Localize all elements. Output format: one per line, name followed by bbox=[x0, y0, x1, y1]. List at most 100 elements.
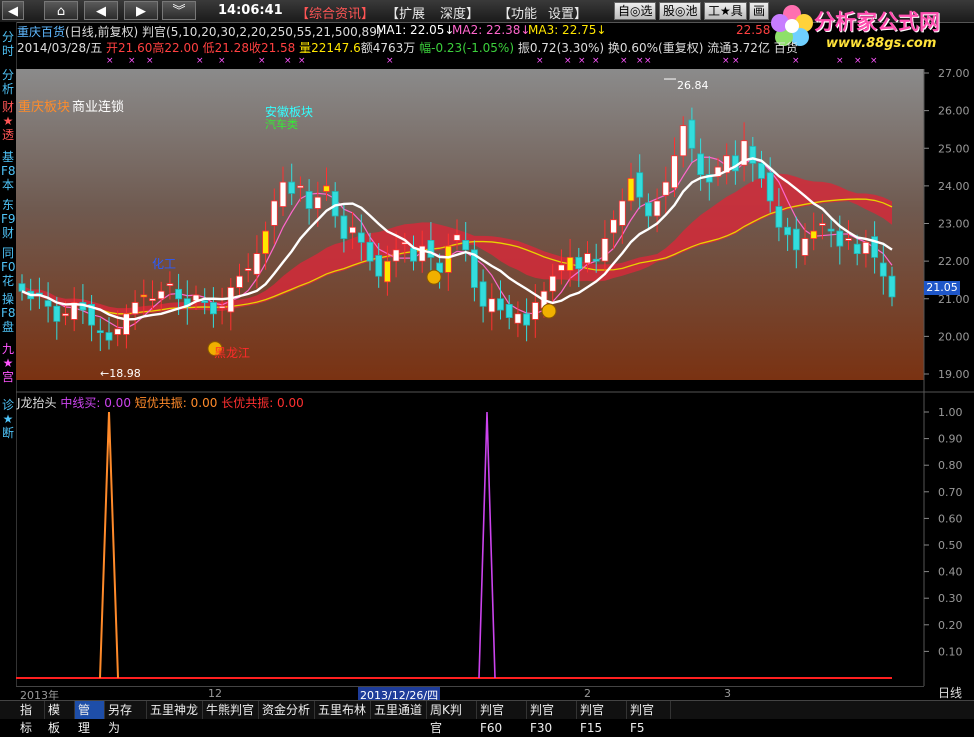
collapse-icon[interactable]: ︾ bbox=[162, 1, 196, 20]
news-menu[interactable]: 【综合资讯】 bbox=[296, 3, 374, 22]
bottom-tab-9[interactable]: 周K判官 bbox=[427, 701, 477, 735]
candle-body bbox=[131, 302, 139, 315]
signal-mark: × bbox=[620, 56, 628, 66]
price-axis-label: 22.00 bbox=[938, 255, 970, 268]
left-tab-5[interactable]: 同F0花 bbox=[1, 246, 16, 288]
quote-open: 开21.60 bbox=[106, 41, 153, 55]
left-tab-2[interactable]: 财★透 bbox=[1, 100, 15, 142]
bottom-tab-8[interactable]: 五里通道 bbox=[371, 701, 427, 719]
left-tab-0[interactable]: 分时 bbox=[1, 30, 15, 58]
left-tab-1[interactable]: 分析 bbox=[1, 68, 15, 96]
bottom-tab-5[interactable]: 牛熊判官 bbox=[203, 701, 259, 719]
ind-spike-orange bbox=[99, 411, 119, 679]
signal-mark: × bbox=[146, 56, 154, 66]
signal-mark: × bbox=[258, 56, 266, 66]
candle-body bbox=[810, 230, 818, 239]
left-tab-3[interactable]: 基F8本 bbox=[1, 150, 16, 192]
candle-body bbox=[610, 219, 617, 234]
period-label: (日线,前复权) bbox=[65, 25, 139, 39]
menu-extend[interactable]: 【扩展 bbox=[386, 3, 425, 22]
ind-spike-purple bbox=[478, 411, 496, 679]
menu-depth[interactable]: 深度】 bbox=[440, 3, 479, 22]
bottom-tab-1[interactable]: 模板 bbox=[45, 701, 75, 735]
signal-mark: × bbox=[854, 56, 862, 66]
bottom-tab-12[interactable]: 判官F15 bbox=[577, 701, 627, 735]
candle-body bbox=[218, 305, 226, 309]
quote-amount: 额4763万 bbox=[360, 41, 416, 55]
ind-axis-label: 0.80 bbox=[938, 459, 963, 472]
ind-axis-label: 0.60 bbox=[938, 512, 963, 525]
period-button[interactable]: 日线 bbox=[930, 686, 970, 700]
signal-mark: × bbox=[578, 56, 586, 66]
candle-body bbox=[531, 302, 539, 320]
indicator-name: J龙抬头 bbox=[17, 396, 57, 410]
candle-body bbox=[175, 288, 183, 300]
bottom-tab-13[interactable]: 判官F5 bbox=[627, 701, 671, 735]
candle-body bbox=[392, 249, 400, 262]
ind-axis-label: 0.50 bbox=[938, 539, 963, 552]
candle-body bbox=[766, 172, 774, 202]
bottom-tab-10[interactable]: 判官F60 bbox=[477, 701, 527, 735]
candle-body bbox=[862, 241, 870, 255]
next-icon[interactable]: ▶ bbox=[124, 1, 158, 20]
chart-area[interactable]: × × × × × × × × × × × × × × × × × × × × × × 27.0026.0025.0024… bbox=[16, 55, 974, 687]
candle-body bbox=[679, 125, 687, 157]
ma2-value: MA2: 22.38↓ bbox=[452, 23, 531, 37]
candle-body bbox=[479, 281, 487, 307]
bottom-tab-0[interactable]: 指标 bbox=[17, 701, 45, 735]
candle-body bbox=[514, 313, 522, 324]
quote-close: 收21.58 bbox=[248, 41, 296, 55]
tools-button[interactable]: 工★具 bbox=[704, 2, 747, 20]
candle-body bbox=[671, 155, 678, 189]
left-tab-7[interactable]: 九★宫 bbox=[1, 342, 15, 384]
candle-body bbox=[157, 290, 165, 300]
bottom-tab-2[interactable]: 管理 bbox=[75, 701, 105, 735]
bottom-tab-6[interactable]: 资金分析 bbox=[259, 701, 315, 719]
prev-icon[interactable]: ◀ bbox=[84, 1, 118, 20]
candle-body bbox=[357, 232, 365, 243]
signal-mark: × bbox=[564, 56, 572, 66]
bottom-tab-4[interactable]: 五里神龙 bbox=[147, 701, 203, 719]
bottom-tab-11[interactable]: 判官F30 bbox=[527, 701, 577, 735]
logo-title: 分析家公式网 bbox=[814, 10, 940, 34]
candle-body bbox=[105, 332, 113, 341]
candle-body bbox=[845, 238, 852, 241]
bottom-tab-3[interactable]: 另存为 bbox=[105, 701, 147, 735]
left-tab-8[interactable]: 诊★断 bbox=[1, 398, 15, 440]
candle-body bbox=[853, 243, 861, 255]
candle-body bbox=[140, 294, 148, 298]
quote-high: 高22.00 bbox=[152, 41, 199, 55]
ind-axis-label: 1.00 bbox=[938, 406, 963, 419]
left-tabs: 分时分析财★透基F8本东F9财同F0花操F8盘九★宫诊★断 bbox=[0, 22, 17, 702]
candle-body bbox=[575, 256, 583, 270]
watchlist-button[interactable]: 自◎选 bbox=[614, 2, 657, 20]
candle-body bbox=[349, 226, 357, 234]
quote-low: 低21.28 bbox=[202, 41, 249, 55]
left-tab-6[interactable]: 操F8盘 bbox=[1, 292, 16, 334]
sector-tag-retail: 商业连锁 bbox=[72, 100, 125, 115]
candle-body bbox=[453, 234, 461, 241]
left-tab-4[interactable]: 东F9财 bbox=[1, 198, 16, 240]
candle-body bbox=[314, 196, 322, 209]
candle-body bbox=[836, 230, 844, 247]
logo-url: www.88gs.com bbox=[826, 36, 937, 51]
ind-axis-label: 0.40 bbox=[938, 566, 963, 579]
price-axis-label: 27.00 bbox=[938, 67, 970, 80]
candle-body bbox=[331, 191, 339, 217]
bottom-tab-7[interactable]: 五里布林 bbox=[315, 701, 371, 719]
stock-pool-button[interactable]: 股◎池 bbox=[659, 2, 702, 20]
home-icon[interactable]: ⌂ bbox=[44, 1, 78, 20]
scroll-left-icon[interactable]: ◀ bbox=[2, 1, 24, 20]
menu-function[interactable]: 【功能 bbox=[498, 3, 537, 22]
candle-body bbox=[801, 238, 809, 256]
candle-body bbox=[462, 240, 470, 251]
menu-settings[interactable]: 设置】 bbox=[548, 3, 587, 22]
signal-icon bbox=[426, 269, 442, 285]
price-axis-label: 25.00 bbox=[938, 142, 970, 155]
indicator-params: 判官(5,10,20,30,2,20,250,55,21,500,89) bbox=[142, 25, 382, 39]
signal-mark: × bbox=[196, 56, 204, 66]
signal-mark: × bbox=[722, 56, 730, 66]
price-axis-label: 24.00 bbox=[938, 180, 970, 193]
candle-body bbox=[53, 305, 61, 322]
quote-float: 流通3.72亿 bbox=[707, 41, 770, 55]
